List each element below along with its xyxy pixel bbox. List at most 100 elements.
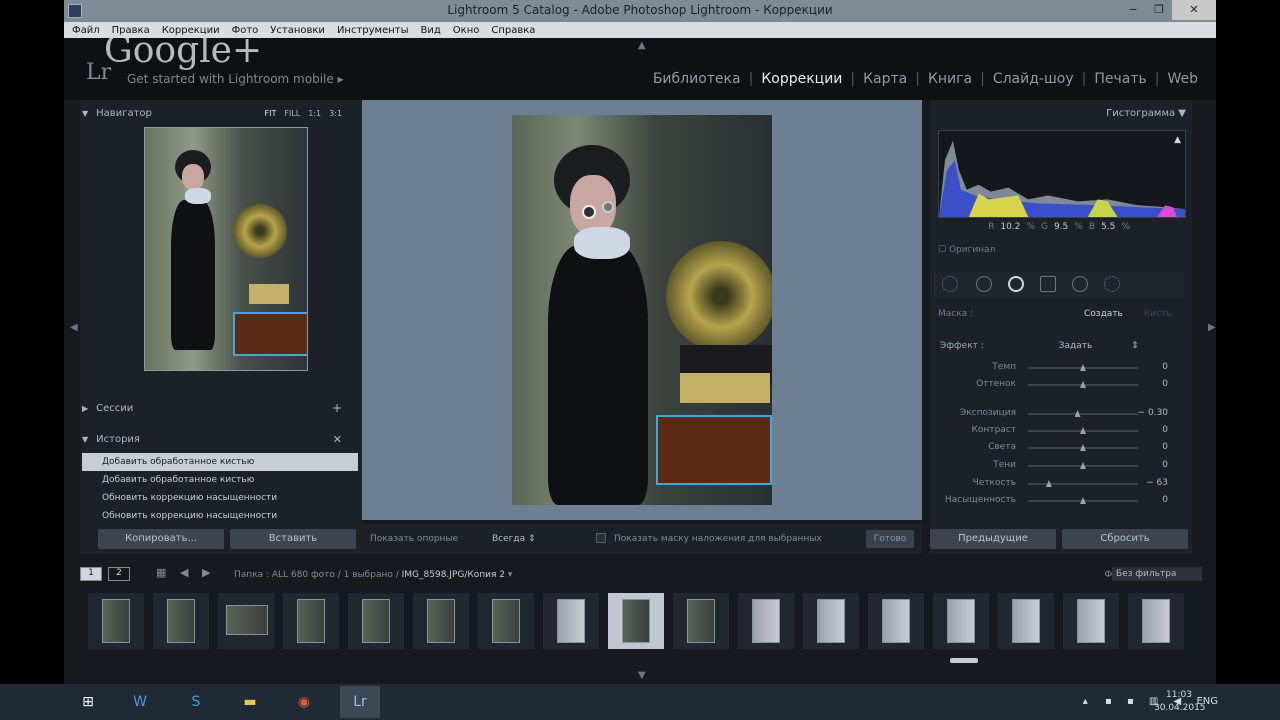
film-thumb[interactable] [153,593,209,649]
sessions-header[interactable]: ▶ Сессии + [82,397,342,419]
film-thumb[interactable] [478,593,534,649]
collapse-left-icon[interactable]: ◀ [70,322,78,333]
film-thumb[interactable] [933,593,989,649]
history-header[interactable]: ▼ История ✕ [82,428,342,450]
minimize-button[interactable]: − [1120,0,1146,20]
module-develop[interactable]: Коррекции [755,71,848,87]
film-thumb[interactable] [1063,593,1119,649]
explorer-icon[interactable]: ▬ [230,686,270,718]
grid-icon[interactable]: ▦ [156,566,166,579]
menu-settings[interactable]: Установки [270,25,325,36]
word-icon[interactable]: W [120,686,160,718]
add-icon[interactable]: + [332,401,342,415]
slider-value[interactable]: 0 [1162,460,1168,470]
slider-value[interactable]: 0 [1162,379,1168,389]
module-book[interactable]: Книга [922,71,978,87]
slider-value[interactable]: − 0.30 [1138,408,1168,418]
film-thumb[interactable] [543,593,599,649]
copy-button[interactable]: Копировать... [98,529,224,549]
tray-arrow-icon[interactable]: ▴ [1083,696,1088,707]
history-item[interactable]: Добавить обработанное кистью [82,453,358,471]
mask-create[interactable]: Создать [1084,309,1123,319]
slider-track[interactable] [1028,413,1138,415]
radial-filter-icon[interactable] [1072,276,1088,292]
film-thumb[interactable] [803,593,859,649]
paste-button[interactable]: Вставить [230,529,356,549]
show-pins-select[interactable]: Всегда ⇕ [492,534,536,544]
secondary-window-button[interactable]: 2 [108,567,130,581]
primary-window-button[interactable]: 1 [80,567,102,581]
filmstrip-scrollbar[interactable] [950,658,978,663]
film-thumb[interactable] [218,593,274,649]
film-thumb[interactable] [348,593,404,649]
menu-file[interactable]: Файл [72,25,100,36]
film-thumb[interactable] [88,593,144,649]
done-button[interactable]: Готово [866,530,914,548]
collapse-right-icon[interactable]: ▶ [1208,322,1216,333]
skype-icon[interactable]: S [176,686,216,718]
graduated-filter-icon[interactable] [1040,276,1056,292]
film-thumb[interactable] [1128,593,1184,649]
chrome-icon[interactable]: ◉ [284,686,324,718]
highlight-clipping-icon[interactable]: ▲ [1174,135,1181,145]
navigator-preview[interactable] [144,127,308,371]
filter-select[interactable]: Без фильтра [1112,567,1202,581]
slider-value[interactable]: 0 [1162,425,1168,435]
film-thumb[interactable] [738,593,794,649]
module-web[interactable]: Web [1161,71,1204,87]
menu-tools[interactable]: Инструменты [337,25,409,36]
zoom-3-1[interactable]: 3:1 [329,109,342,118]
navigator-header[interactable]: ▼ Навигатор FIT FILL 1:1 3:1 [82,102,342,124]
previous-button[interactable]: Предыдущие [930,529,1056,549]
film-thumb[interactable] [413,593,469,649]
tray-icon[interactable]: ▪ [1127,696,1134,707]
back-arrow-icon[interactable]: ◀ [180,566,188,579]
zoom-1-1[interactable]: 1:1 [308,109,321,118]
adjustment-pin-icon[interactable] [582,205,596,219]
menu-window[interactable]: Окно [453,25,480,36]
main-photo[interactable] [512,115,772,505]
film-thumb[interactable] [673,593,729,649]
start-icon[interactable]: ⊞ [68,686,108,718]
close-button[interactable]: ✕ [1172,0,1216,20]
spot-removal-icon[interactable] [976,276,992,292]
module-slideshow[interactable]: Слайд-шоу [987,71,1080,87]
clock[interactable]: 11:03 30.04.2015 [1154,689,1206,715]
adjustment-brush-icon[interactable] [1104,276,1120,292]
history-item[interactable]: Обновить коррекцию насыщенности [82,507,358,525]
forward-arrow-icon[interactable]: ▶ [202,566,210,579]
slider-value[interactable]: 0 [1162,362,1168,372]
menu-view[interactable]: Вид [421,25,441,36]
film-thumb[interactable] [868,593,924,649]
crop-overlay-icon[interactable] [942,276,958,292]
reset-button[interactable]: Сбросить [1062,529,1188,549]
module-map[interactable]: Карта [857,71,913,87]
zoom-fit[interactable]: FIT [265,109,277,118]
history-item[interactable]: Обновить коррекцию насыщенности [82,489,358,507]
overlay-checkbox[interactable] [596,533,606,543]
slider-value[interactable]: 0 [1162,495,1168,505]
slider-value[interactable]: 0 [1162,442,1168,452]
history-item[interactable]: Добавить обработанное кистью [82,471,358,489]
maximize-button[interactable]: ❐ [1146,0,1172,20]
zoom-fill[interactable]: FILL [284,109,300,118]
histogram-header[interactable]: Гистограмма ▼ [1106,108,1186,119]
film-thumb[interactable] [283,593,339,649]
collapse-bottom-icon[interactable]: ▼ [638,670,646,681]
module-print[interactable]: Печать [1088,71,1152,87]
effect-select[interactable]: Задать ⇕ [1023,341,1139,351]
slider-track[interactable] [1028,483,1138,485]
clear-history-icon[interactable]: ✕ [333,433,342,446]
adjustment-pin-icon[interactable] [602,201,614,213]
film-thumb[interactable] [998,593,1054,649]
mobile-promo[interactable]: Get started with Lightroom mobile ▸ [127,72,344,86]
module-library[interactable]: Библиотека [647,71,747,87]
original-toggle[interactable]: ☐ Оригинал [938,245,995,255]
lightroom-icon[interactable]: Lr [340,686,380,718]
mask-brush[interactable]: Кисть [1144,309,1172,319]
tray-icon[interactable]: ▪ [1105,696,1112,707]
menu-help[interactable]: Справка [491,25,535,36]
source-path[interactable]: Папка : ALL 680 фото / 1 выбрано / IMG_8… [234,570,512,580]
film-thumb-selected[interactable] [608,593,664,649]
red-eye-icon[interactable] [1008,276,1024,292]
